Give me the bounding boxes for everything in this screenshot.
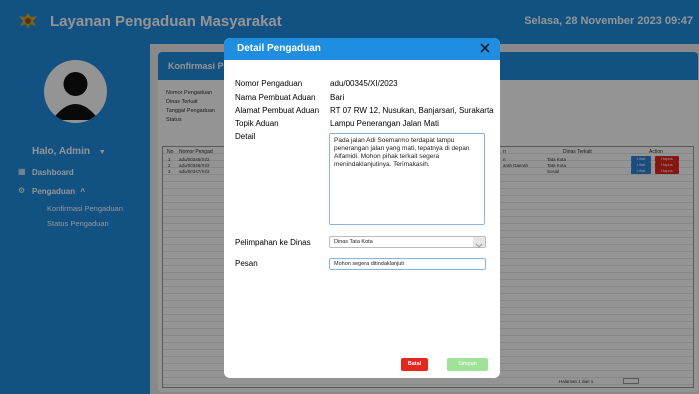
field-label-alamat: Alamat Pembuat Aduan: [235, 106, 320, 115]
chevron-down-icon: [473, 237, 485, 248]
dinas-select[interactable]: Dinas Tata Kota: [329, 236, 486, 248]
field-value-topik: Lampu Penerangan Jalan Mati: [330, 119, 439, 128]
close-icon[interactable]: [478, 41, 492, 55]
field-value-nomor: adu/00345/XI/2023: [330, 79, 398, 88]
field-label-nomor: Nomor Pengaduan: [235, 79, 303, 88]
detail-modal: Detail Pengaduan Nomor Pengaduan adu/003…: [224, 38, 500, 378]
field-value-alamat: RT 07 RW 12, Nusukan, Banjarsari, Suraka…: [330, 106, 494, 115]
pesan-input-value: Mohon segera ditindaklanjuti: [334, 261, 405, 267]
field-label-pelimpahan: Pelimpahan ke Dinas: [235, 238, 311, 247]
field-label-pesan: Pesan: [235, 259, 258, 268]
field-label-topik: Topik Aduan: [235, 119, 279, 128]
field-label-detail: Detail: [235, 132, 256, 141]
cancel-button[interactable]: Batal: [401, 358, 428, 371]
dinas-select-value: Dinas Tata Kota: [334, 239, 373, 245]
modal-title: Detail Pengaduan: [237, 43, 321, 54]
field-label-nama: Nama Pembuat Aduan: [235, 93, 316, 102]
field-value-nama: Bari: [330, 93, 345, 102]
detail-textarea[interactable]: Pada jalan Adi Soemarmo terdapat lampu p…: [329, 133, 485, 225]
pesan-input[interactable]: Mohon segera ditindaklanjuti: [329, 258, 486, 270]
save-button[interactable]: Simpan: [447, 358, 488, 371]
modal-header: Detail Pengaduan: [224, 38, 500, 60]
